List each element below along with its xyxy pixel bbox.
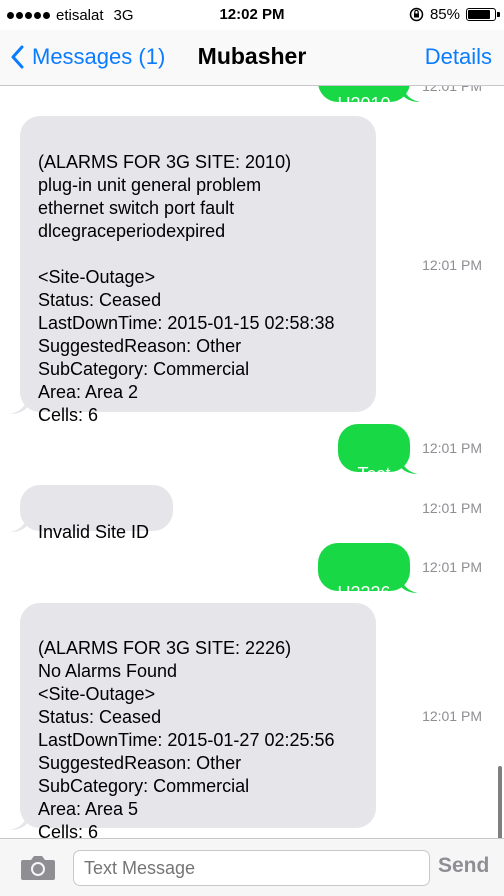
send-button[interactable]: Send bbox=[438, 854, 489, 878]
input-bar: Send bbox=[0, 838, 504, 896]
message-bubble-incoming[interactable]: (ALARMS FOR 3G SITE: 2010) plug-in unit … bbox=[20, 116, 376, 425]
bubble-tail bbox=[10, 812, 28, 830]
back-button[interactable]: Messages (1) bbox=[10, 44, 165, 70]
message-bubble-outgoing[interactable]: U2010 bbox=[318, 86, 410, 114]
message-time: 12:01 PM bbox=[422, 559, 482, 575]
bubble-tail bbox=[400, 456, 418, 474]
message-bubble-incoming[interactable]: (ALARMS FOR 3G SITE: 2226) No Alarms Fou… bbox=[20, 603, 376, 838]
message-input[interactable] bbox=[73, 850, 430, 886]
camera-icon[interactable] bbox=[20, 854, 56, 882]
message-time: 12:01 PM bbox=[422, 257, 482, 273]
message-text: Invalid Site ID bbox=[38, 522, 150, 542]
details-button[interactable]: Details bbox=[425, 44, 492, 70]
chevron-left-icon bbox=[11, 45, 24, 69]
message-text: (ALARMS FOR 3G SITE: 2226) No Alarms Fou… bbox=[38, 638, 335, 838]
message-time: 12:01 PM bbox=[422, 500, 482, 516]
message-text: (ALARMS FOR 3G SITE: 2010) plug-in unit … bbox=[38, 152, 335, 425]
message-text: U2010 bbox=[337, 94, 391, 114]
message-time: 12:01 PM bbox=[422, 708, 482, 724]
conversation-view[interactable]: U2010 12:01 PM (ALARMS FOR 3G SITE: 2010… bbox=[0, 86, 504, 838]
battery-level bbox=[468, 10, 491, 19]
bubble-tail bbox=[402, 86, 420, 102]
conversation-title: Mubasher bbox=[197, 43, 307, 69]
message-time: 12:01 PM bbox=[422, 86, 482, 94]
message-bubble-outgoing[interactable]: U2226 bbox=[318, 543, 410, 603]
bubble-tail bbox=[10, 514, 28, 532]
scrollbar[interactable] bbox=[498, 766, 502, 838]
battery-icon bbox=[466, 8, 500, 21]
back-label: Messages (1) bbox=[32, 44, 166, 69]
status-right: 85% bbox=[409, 6, 500, 23]
battery-percent: 85% bbox=[429, 6, 460, 23]
bubble-tail bbox=[10, 396, 28, 414]
message-time: 12:01 PM bbox=[422, 440, 482, 456]
status-bar: etisalat 3G 12:02 PM 85% bbox=[0, 0, 504, 30]
bubble-tail bbox=[400, 575, 418, 593]
message-text: Test bbox=[357, 464, 391, 484]
rotation-lock-icon bbox=[409, 7, 424, 22]
message-text: U2226 bbox=[337, 583, 391, 603]
message-bubble-incoming[interactable]: Invalid Site ID bbox=[20, 485, 173, 542]
nav-bar: Messages (1) Mubasher Details bbox=[0, 30, 504, 86]
